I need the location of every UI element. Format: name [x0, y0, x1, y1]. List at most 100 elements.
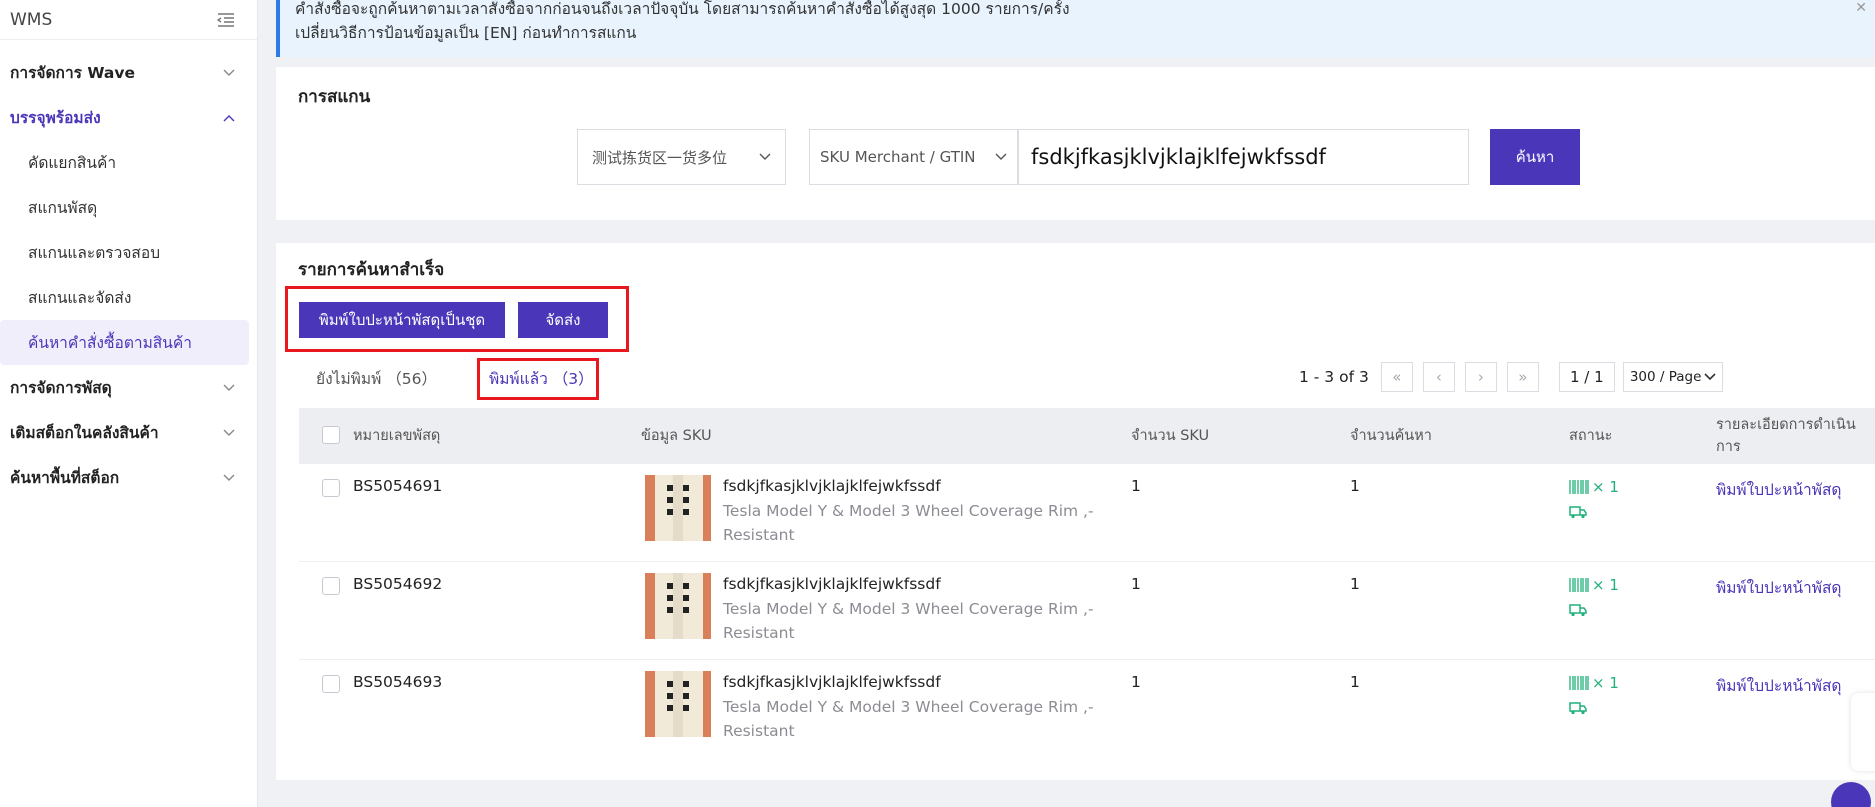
product-thumbnail [645, 573, 711, 639]
sku-count: 1 [1131, 575, 1141, 593]
row-checkbox[interactable] [322, 479, 340, 497]
sku-description: Tesla Model Y & Model 3 Wheel Coverage R… [723, 600, 1094, 642]
table-row: BS5054693 fsdkjfkasjklvjklajklfejwkfssdf… [299, 660, 1875, 758]
app-title: WMS [10, 9, 53, 30]
sidebar-item-label: การจัดการพัสดุ [10, 379, 112, 397]
sidebar-header: WMS [0, 0, 257, 40]
scan-title: การสแกน [298, 87, 371, 107]
search-button[interactable]: ค้นหา [1490, 129, 1580, 185]
chevron-down-icon [1704, 373, 1716, 381]
sidebar-subitem-scan-ship[interactable]: สแกนและจัดส่ง [0, 275, 249, 320]
product-thumbnail [645, 671, 711, 737]
last-page-icon[interactable]: » [1506, 362, 1539, 392]
results-panel: รายการค้นหาสำเร็จ พิมพ์ใบปะหน้าพัสดุเป็น… [276, 243, 1875, 780]
chevron-up-icon [223, 114, 235, 121]
chevron-down-icon [995, 153, 1007, 160]
sku-code: fsdkjfkasjklvjklajklfejwkfssdf [723, 575, 941, 593]
chevron-down-icon [759, 153, 771, 160]
page-size-select[interactable]: 300 / Page [1622, 362, 1723, 392]
barcode-count: × 1 [1592, 674, 1619, 692]
sidebar: WMS การจัดการ Wave บรรจุพร้อมส่ง คัดแยกส… [0, 0, 258, 807]
ship-button[interactable]: จัดส่ง [518, 302, 608, 338]
print-batch-button[interactable]: พิมพ์ใบปะหน้าพัสดุเป็นชุด [299, 302, 505, 338]
results-title: รายการค้นหาสำเร็จ [298, 260, 445, 280]
sidebar-item-wave[interactable]: การจัดการ Wave [0, 50, 257, 95]
chevron-down-icon [223, 384, 235, 391]
sidebar-item-restock[interactable]: เติมสต็อกในคลังสินค้า [0, 410, 257, 455]
table-row: BS5054691 fsdkjfkasjklvjklajklfejwkfssdf… [299, 464, 1875, 562]
sidebar-subitem-scan-check[interactable]: สแกนและตรวจสอบ [0, 230, 249, 275]
parcel-number: BS5054691 [353, 477, 443, 495]
next-page-icon[interactable]: › [1464, 362, 1497, 392]
barcode-icon [1569, 480, 1589, 494]
barcode-status: × 1 [1569, 478, 1619, 496]
prev-page-icon[interactable]: ‹ [1422, 362, 1455, 392]
barcode-count: × 1 [1592, 576, 1619, 594]
sidebar-item-label: เติมสต็อกในคลังสินค้า [10, 424, 159, 442]
search-qty: 1 [1350, 477, 1360, 495]
sidebar-item-label: บรรจุพร้อมส่ง [10, 109, 101, 127]
page-input[interactable]: 1 / 1 [1558, 362, 1615, 392]
scan-input[interactable] [1018, 129, 1469, 185]
col-detail: รายละเอียดการดำเนินการ [1716, 417, 1856, 455]
pagination: 1 - 3 of 3 « ‹ › » 1 / 1 300 / Page [1299, 362, 1723, 392]
notice-line-1: คำสั่งซื้อจะถูกค้นหาตามเวลาสั่งซื้อจากก่… [295, 0, 1070, 18]
print-label-link[interactable]: พิมพ์ใบปะหน้าพัสดุ [1716, 477, 1841, 502]
sku-description: Tesla Model Y & Model 3 Wheel Coverage R… [723, 698, 1094, 740]
print-label-link[interactable]: พิมพ์ใบปะหน้าพัสดุ [1716, 673, 1841, 698]
scan-type-value: SKU Merchant / GTIN [820, 148, 976, 166]
select-all-checkbox[interactable] [322, 426, 340, 444]
sidebar-item-label: ค้นหาพื้นที่สต็อก [10, 469, 120, 487]
tab-printed[interactable]: พิมพ์แล้ว （3） [489, 366, 594, 391]
scan-type-select[interactable]: SKU Merchant / GTIN [809, 129, 1018, 185]
search-qty: 1 [1350, 673, 1360, 691]
col-sku-info: ข้อมูล SKU [641, 428, 712, 444]
sidebar-subitem-label: สแกนและตรวจสอบ [28, 244, 161, 262]
col-parcel: หมายเลขพัสดุ [353, 428, 441, 444]
sidebar-item-label: การจัดการ Wave [10, 64, 135, 82]
floating-tools[interactable] [1851, 693, 1875, 771]
sku-code: fsdkjfkasjklvjklajklfejwkfssdf [723, 673, 941, 691]
table-row: BS5054692 fsdkjfkasjklvjklajklfejwkfssdf… [299, 562, 1875, 660]
tab-unprinted[interactable]: ยังไม่พิมพ์ （56） [316, 366, 437, 391]
barcode-icon [1569, 676, 1589, 690]
search-qty: 1 [1350, 575, 1360, 593]
parcel-number: BS5054693 [353, 673, 443, 691]
barcode-count: × 1 [1592, 478, 1619, 496]
row-checkbox[interactable] [322, 675, 340, 693]
sidebar-subitem-label: สแกนพัสดุ [28, 199, 98, 217]
sku-description: Tesla Model Y & Model 3 Wheel Coverage R… [723, 502, 1094, 544]
sidebar-subitem-label: ค้นหาคำสั่งซื้อตามสินค้า [28, 334, 192, 352]
sidebar-subitem-sort[interactable]: คัดแยกสินค้า [0, 140, 249, 185]
pagination-range: 1 - 3 of 3 [1299, 368, 1369, 386]
truck-icon [1569, 702, 1587, 715]
notice-line-2: เปลี่ยนวิธีการป้อนข้อมูลเป็น [EN] ก่อนทำ… [295, 24, 637, 42]
sidebar-subitem-scan-parcel[interactable]: สแกนพัสดุ [0, 185, 249, 230]
sidebar-menu: การจัดการ Wave บรรจุพร้อมส่ง คัดแยกสินค้… [0, 40, 257, 500]
sidebar-item-packing[interactable]: บรรจุพร้อมส่ง [0, 95, 257, 140]
print-label-link[interactable]: พิมพ์ใบปะหน้าพัสดุ [1716, 575, 1841, 600]
scan-panel: การสแกน 测试拣货区一货多位 SKU Merchant / GTIN ค้… [276, 67, 1875, 220]
product-thumbnail [645, 475, 711, 541]
chevron-down-icon [223, 474, 235, 481]
barcode-icon [1569, 578, 1589, 592]
parcel-number: BS5054692 [353, 575, 443, 593]
col-status: สถานะ [1569, 428, 1613, 444]
sidebar-item-parcel[interactable]: การจัดการพัสดุ [0, 365, 257, 410]
sku-count: 1 [1131, 673, 1141, 691]
first-page-icon[interactable]: « [1380, 362, 1413, 392]
sku-code: fsdkjfkasjklvjklajklfejwkfssdf [723, 477, 941, 495]
chat-button[interactable] [1831, 782, 1871, 807]
zone-select-value: 测试拣货区一货多位 [592, 148, 728, 167]
sidebar-subitem-search-order[interactable]: ค้นหาคำสั่งซื้อตามสินค้า [0, 320, 249, 365]
col-sku-count: จำนวน SKU [1131, 428, 1210, 444]
sidebar-item-stock-area[interactable]: ค้นหาพื้นที่สต็อก [0, 455, 257, 500]
page-size-value: 300 / Page [1629, 369, 1702, 385]
zone-select[interactable]: 测试拣货区一货多位 [577, 129, 786, 185]
close-icon[interactable]: ✕ [1855, 0, 1867, 20]
barcode-status: × 1 [1569, 674, 1619, 692]
row-checkbox[interactable] [322, 577, 340, 595]
sidebar-subitem-label: สแกนและจัดส่ง [28, 289, 132, 307]
truck-icon [1569, 604, 1587, 617]
collapse-menu-icon[interactable] [217, 12, 235, 27]
